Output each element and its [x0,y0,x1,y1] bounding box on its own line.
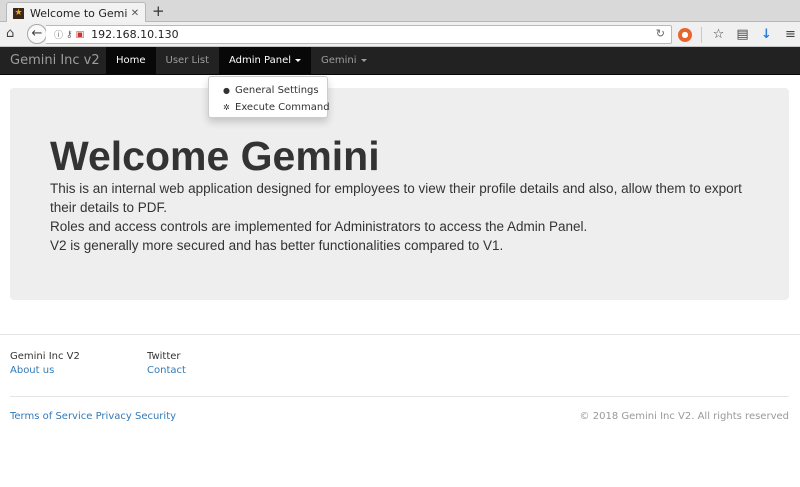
site-navbar: Gemini Inc v2 Home User List Admin Panel… [0,47,800,75]
footer-col-company: Gemini Inc V2 About us [10,350,80,378]
contact-link[interactable]: Contact [147,364,186,378]
page-title: Welcome Gemini [50,133,380,179]
nav-home[interactable]: Home [106,47,156,75]
tab-title: Welcome to Gemini I... [30,6,128,20]
footer-inner-divider [10,396,789,397]
copyright: © 2018 Gemini Inc V2. All rights reserve… [579,411,789,422]
user-icon: ● [223,86,230,95]
menu-icon[interactable]: ≡ [783,27,798,42]
nav-user-list[interactable]: User List [156,47,219,75]
new-tab-icon[interactable]: + [152,2,165,20]
nav-links: Home User List Admin Panel Gemini [106,47,377,75]
insecure-lock-icon: ▣ [75,29,85,40]
reload-icon[interactable]: ↻ [656,27,665,40]
site-brand[interactable]: Gemini Inc v2 [10,53,100,68]
nav-gemini[interactable]: Gemini [311,47,377,75]
menu-item-label: Execute Command [235,102,330,113]
extension-icon[interactable]: ● [678,27,692,42]
footer-col-social: Twitter Contact [147,350,186,378]
caret-down-icon [360,58,367,62]
footer-heading: Gemini Inc V2 [10,351,80,362]
nav-admin-panel[interactable]: Admin Panel [218,47,312,75]
reading-list-icon[interactable]: ▤ [735,27,750,42]
bookmark-star-icon[interactable]: ☆ [711,27,726,42]
intro-line: This is an internal web application desi… [50,181,742,215]
download-icon[interactable]: ↓ [759,27,774,42]
browser-tab[interactable]: ★ Welcome to Gemini I... ✕ [6,2,146,23]
gear-icon: ✲ [223,103,230,112]
menu-item-general-settings[interactable]: ● General Settings [209,82,327,99]
browser-tab-strip: ★ Welcome to Gemini I... ✕ + [0,0,800,23]
home-icon[interactable]: ⌂ [6,27,14,41]
address-bar[interactable]: ⓘ ⚷ ▣ 192.168.10.130 ↻ [46,25,672,44]
caret-down-icon [295,58,302,62]
menu-item-execute-command[interactable]: ✲ Execute Command [209,99,330,116]
browser-toolbar: ⌂ ← ⓘ ⚷ ▣ 192.168.10.130 ↻ ● ☆ ▤ ↓ ≡ [0,22,800,47]
footer-divider [0,334,800,335]
info-icon[interactable]: ⓘ [54,28,63,41]
jumbotron: Welcome Gemini This is an internal web a… [10,88,789,300]
intro-line: Roles and access controls are implemente… [50,219,588,234]
footer-heading: Twitter [147,351,181,362]
admin-dropdown-menu: ● General Settings ✲ Execute Command [208,76,330,118]
url-text[interactable]: 192.168.10.130 [91,28,178,41]
key-icon: ⚷ [66,29,73,40]
menu-item-label: General Settings [235,85,319,96]
back-arrow-icon[interactable]: ← [27,24,47,44]
jumbotron-text: This is an internal web application desi… [50,179,750,255]
site-favicon-icon: ★ [13,7,24,19]
nav-admin-panel-label: Admin Panel [228,55,292,66]
intro-line: V2 is generally more secured and has bet… [50,238,504,253]
browser-tools: ● ☆ ▤ ↓ ≡ [678,25,798,44]
nav-gemini-label: Gemini [321,55,357,66]
close-icon[interactable]: ✕ [128,8,142,19]
about-us-link[interactable]: About us [10,364,80,378]
toolbar-divider [701,26,702,43]
legal-links[interactable]: Terms of Service Privacy Security [10,411,176,422]
